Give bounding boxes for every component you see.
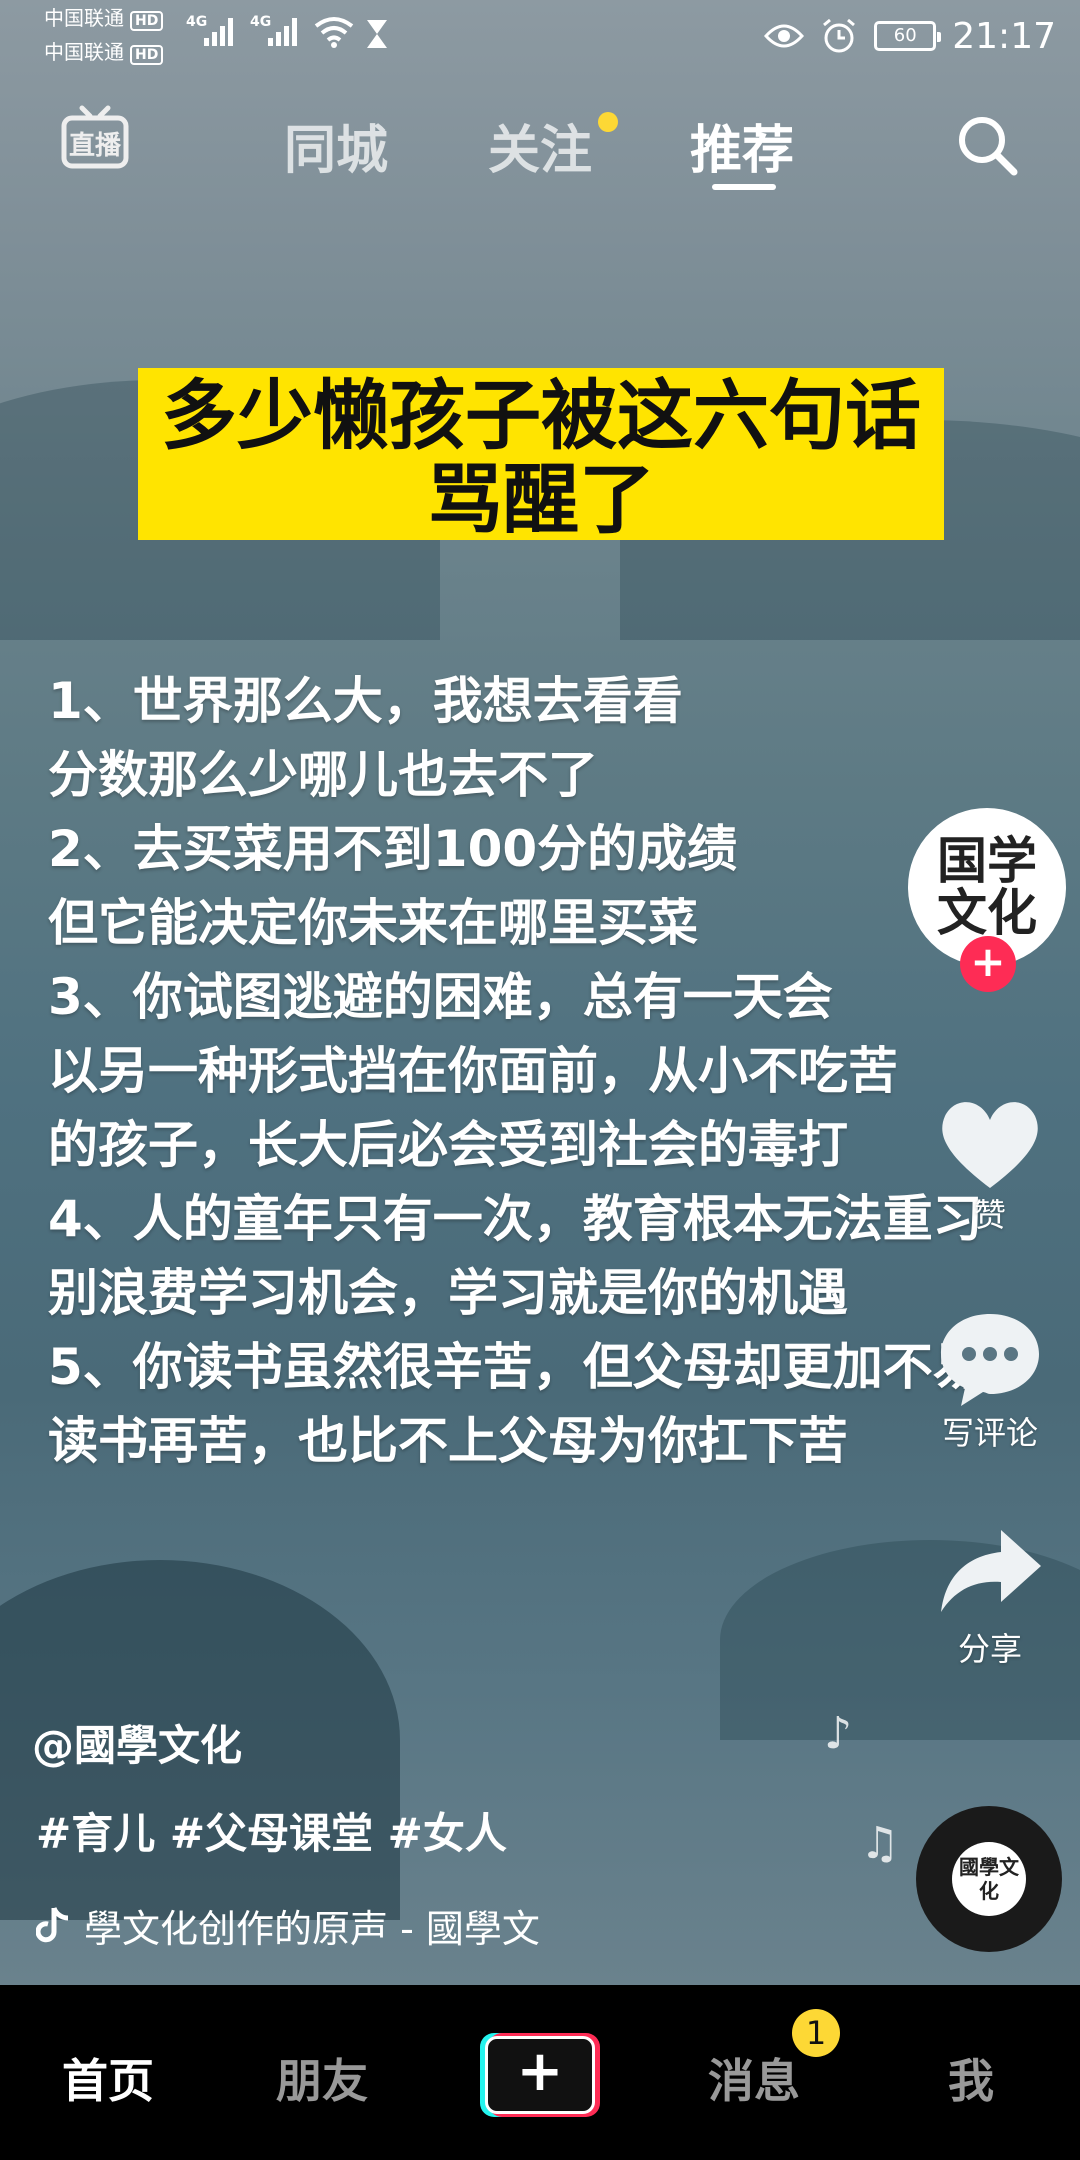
body-line: 3、你试图逃避的困难，总有一天会 [48, 968, 833, 1026]
like-button[interactable]: 赞 [910, 1094, 1070, 1236]
body-line: 以另一种形式挡在你面前，从小不吃苦 [48, 1042, 898, 1100]
video-headline: 多少懒孩子被这六句话 骂醒了 [138, 368, 944, 544]
body-line: 别浪费学习机会，学习就是你的机遇 [48, 1264, 848, 1322]
follow-button[interactable]: + [960, 936, 1016, 992]
battery-icon: 60 [874, 21, 942, 51]
nav-messages[interactable]: 消息 [708, 2045, 800, 2111]
following-notification-dot [598, 112, 618, 132]
signal-icon-1 [204, 16, 238, 46]
carrier-2: 中国联通 HD [44, 40, 164, 65]
share-button[interactable]: 分享 [910, 1524, 1070, 1670]
active-tab-indicator [712, 184, 776, 190]
body-line: 5、你读书虽然很辛苦，但父母却更加不易， [48, 1338, 1033, 1396]
heart-icon [942, 1102, 1038, 1188]
headline-line-1: 多少懒孩子被这六句话 [161, 371, 921, 460]
like-label: 赞 [973, 1196, 1006, 1234]
body-line: 2、去买菜用不到100分的成绩 [48, 820, 738, 878]
create-button[interactable]: + [480, 2033, 600, 2117]
nav-home[interactable]: 首页 [62, 2045, 154, 2111]
tab-following[interactable]: 关注 [488, 108, 592, 183]
music-disc[interactable]: 國學文化 [916, 1806, 1062, 1952]
status-right: 60 21:17 [764, 14, 1056, 58]
eye-icon [764, 24, 805, 48]
search-icon[interactable] [954, 112, 1020, 178]
body-line: 4、人的童年只有一次，教育根本无法重习 [48, 1190, 983, 1248]
body-line: 1、世界那么大，我想去看看 [48, 672, 683, 730]
signal-icon-2 [268, 16, 302, 46]
tab-recommended[interactable]: 推荐 [690, 108, 794, 183]
avatar-logo-text: 国学文化 [937, 832, 1037, 942]
author-name[interactable]: @國學文化 [32, 1712, 242, 1773]
body-line: 读书再苦，也比不上父母为你扛下苦 [48, 1412, 848, 1470]
body-line: 分数那么少哪儿也去不了 [48, 746, 598, 804]
headline-line-2: 骂醒了 [427, 455, 655, 544]
music-title: 學文化创作的原声 - 國學文 [84, 1907, 540, 1951]
music-info[interactable]: 學文化创作的原声 - 國學文 [36, 1898, 540, 1953]
hashtags[interactable]: #育儿 #父母课堂 #女人 [36, 1800, 507, 1861]
comment-icon [941, 1314, 1039, 1406]
body-line: 的孩子，长大后必会受到社会的毒打 [48, 1116, 848, 1174]
floating-note-icon: ♫ [860, 1818, 900, 1869]
tab-nearby[interactable]: 同城 [284, 108, 388, 183]
tiktok-note-icon [36, 1906, 69, 1942]
plus-icon: + [485, 2036, 595, 2114]
carrier-1: 中国联通 HD [44, 6, 164, 31]
comment-label: 写评论 [941, 1414, 1038, 1452]
video-body-text: 1、世界那么大，我想去看看 分数那么少哪儿也去不了 2、去买菜用不到100分的成… [48, 664, 1048, 1478]
nav-me[interactable]: 我 [948, 2045, 994, 2111]
messages-badge: 1 [792, 2009, 840, 2057]
live-icon[interactable]: 直播 [60, 104, 130, 174]
svg-text:直播: 直播 [69, 131, 122, 161]
wifi-icon [314, 17, 354, 48]
floating-note-icon: ♪ [824, 1708, 853, 1759]
status-bar: 中国联通 HD 中国联通 HD 4G 4G 60 21:17 [0, 0, 1080, 70]
nav-friends[interactable]: 朋友 [276, 2045, 368, 2111]
body-line: 但它能决定你未来在哪里买菜 [48, 894, 698, 952]
hourglass-icon [367, 20, 387, 48]
bottom-nav: 首页 朋友 + 消息 1 我 [0, 1985, 1080, 2160]
clock: 21:17 [952, 15, 1056, 57]
share-arrow-icon [941, 1530, 1041, 1612]
disc-logo-text: 國學文化 [952, 1842, 1026, 1916]
alarm-icon [823, 18, 856, 53]
top-nav: 直播 同城 关注 推荐 [0, 100, 1080, 200]
comment-button[interactable]: 写评论 [910, 1308, 1070, 1454]
share-label: 分享 [957, 1630, 1022, 1668]
